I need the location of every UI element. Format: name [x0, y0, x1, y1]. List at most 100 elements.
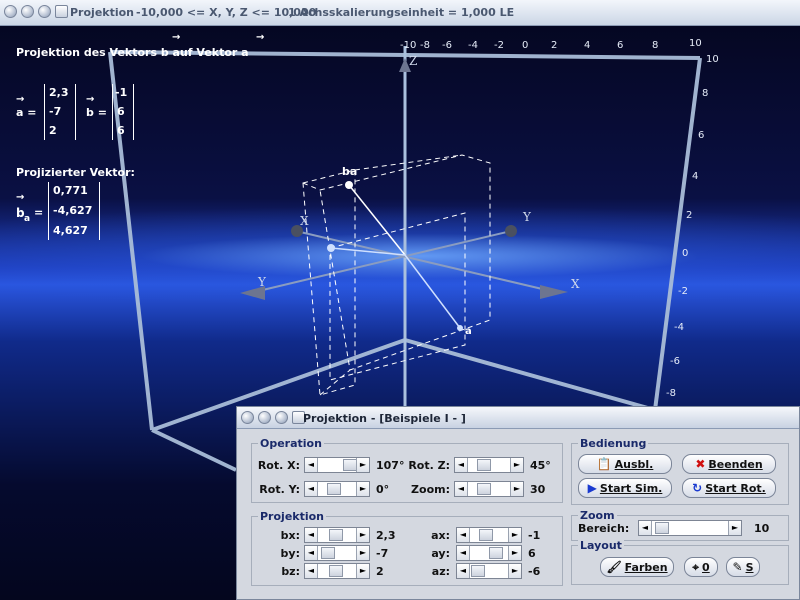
dialog-menu-icon[interactable]	[241, 411, 254, 424]
arrow-left-icon[interactable]: ◄	[457, 546, 470, 560]
slider-thumb[interactable]	[477, 483, 491, 495]
tick-label: -10	[400, 40, 417, 51]
y-axis	[249, 230, 512, 294]
ay-slider[interactable]: ◄ ►	[456, 545, 522, 561]
arrow-left-icon[interactable]: ◄	[305, 546, 318, 560]
bereich-slider[interactable]: ◄ ►	[638, 520, 742, 536]
dialog-title: Projektion - [Beispiele I - ]	[303, 412, 466, 425]
x-pos-arrow	[540, 285, 568, 299]
farben-label: Farben	[624, 560, 668, 574]
rotate-icon: ↻	[692, 481, 703, 495]
rot-z-slider[interactable]: ◄ ►	[454, 457, 524, 473]
arrow-right-icon[interactable]: ►	[508, 546, 521, 560]
a-vector-label: a	[465, 326, 472, 337]
vector-arrow-icon: →	[256, 32, 265, 43]
bereich-value: 10	[754, 522, 770, 535]
by-slider[interactable]: ◄ ►	[304, 545, 370, 561]
slider-thumb[interactable]	[655, 522, 669, 534]
slider-thumb[interactable]	[343, 459, 357, 471]
bz-label: bz:	[281, 565, 300, 578]
slider-thumb[interactable]	[471, 565, 485, 577]
arrow-right-icon[interactable]: ►	[508, 564, 521, 578]
window-menu-icon[interactable]	[4, 5, 17, 18]
dialog-minimize-icon[interactable]	[258, 411, 271, 424]
slider-thumb[interactable]	[321, 547, 335, 559]
maximize-circle-icon[interactable]	[38, 5, 51, 18]
rot-z-label: Rot. Z:	[408, 459, 450, 472]
arrow-left-icon[interactable]: ◄	[305, 458, 318, 472]
x-neg-label: X	[300, 214, 309, 228]
slider-thumb[interactable]	[477, 459, 491, 471]
control-dialog[interactable]: Projektion - [Beispiele I - ] Operation …	[236, 406, 800, 600]
proj-label-sub: a	[24, 214, 31, 224]
ba-vector-label: ba	[342, 165, 358, 178]
proj-z: 4,627	[53, 224, 88, 237]
slider-thumb[interactable]	[489, 547, 503, 559]
dialog-maximize-icon[interactable]	[275, 411, 288, 424]
slider-thumb[interactable]	[327, 483, 341, 495]
arrow-left-icon[interactable]: ◄	[305, 564, 318, 578]
tick-label: 0	[522, 40, 529, 51]
slider-thumb[interactable]	[479, 529, 493, 541]
bz-value: 2	[376, 565, 384, 578]
start-rot-button[interactable]: ↻ Start Rot.	[682, 478, 776, 498]
arrow-right-icon[interactable]: ►	[356, 458, 369, 472]
arrow-right-icon[interactable]: ►	[508, 528, 521, 542]
arrow-left-icon[interactable]: ◄	[305, 482, 318, 496]
tick-label: -4	[468, 40, 478, 51]
s-button[interactable]: ✎ S	[726, 557, 760, 577]
projected-vector-heading: Projizierter Vektor:	[16, 166, 135, 179]
arrow-right-icon[interactable]: ►	[356, 528, 369, 542]
minimize-circle-icon[interactable]	[21, 5, 34, 18]
arrow-left-icon[interactable]: ◄	[457, 528, 470, 542]
bedienung-label: Bedienung	[578, 437, 649, 450]
start-sim-label: Start Sim.	[599, 481, 663, 495]
rot-y-slider[interactable]: ◄ ►	[304, 481, 370, 497]
az-slider[interactable]: ◄ ►	[456, 563, 522, 579]
vec-a-x: 2,3	[49, 86, 69, 99]
operation-label: Operation	[258, 437, 324, 450]
tick-label: 10	[706, 54, 719, 65]
dialog-title-bar[interactable]: Projektion - [Beispiele I - ]	[237, 407, 799, 429]
operation-group: Operation Rot. X: ◄ ► 107° Rot. Z: ◄ ► 4…	[251, 437, 563, 503]
by-label: by:	[280, 547, 300, 560]
bz-slider[interactable]: ◄ ►	[304, 563, 370, 579]
tick-label: 2	[686, 210, 693, 221]
tick-label: -8	[420, 40, 430, 51]
tick-label: -2	[494, 40, 504, 51]
ax-slider[interactable]: ◄ ►	[456, 527, 522, 543]
zoom-slider[interactable]: ◄ ►	[454, 481, 524, 497]
arrow-right-icon[interactable]: ►	[356, 482, 369, 496]
slider-thumb[interactable]	[329, 529, 343, 541]
reset-button[interactable]: ⌖ 0	[684, 557, 718, 577]
arrow-right-icon[interactable]: ►	[356, 564, 369, 578]
arrow-left-icon[interactable]: ◄	[457, 564, 470, 578]
arrow-right-icon[interactable]: ►	[510, 458, 523, 472]
slider-thumb[interactable]	[329, 565, 343, 577]
proj-x: 0,771	[53, 184, 88, 197]
beenden-button[interactable]: ✖ Beenden	[682, 454, 776, 474]
s-label: S	[745, 560, 754, 574]
arrow-left-icon[interactable]: ◄	[455, 458, 468, 472]
tick-label: 4	[584, 40, 591, 51]
tick-label: 8	[652, 40, 659, 51]
brush-icon: 🖌	[606, 560, 622, 574]
bx-label: bx:	[280, 529, 300, 542]
arrow-right-icon[interactable]: ►	[510, 482, 523, 496]
vec-b-label: b =	[86, 106, 107, 119]
main-title-bar[interactable]: Projektion -10,000 <= X, Y, Z <= 10,000 …	[0, 0, 800, 26]
arrow-left-icon[interactable]: ◄	[305, 528, 318, 542]
arrow-right-icon[interactable]: ►	[728, 521, 741, 535]
arrow-left-icon[interactable]: ◄	[455, 482, 468, 496]
start-sim-button[interactable]: ▶ Start Sim.	[578, 478, 672, 498]
tick-label: -6	[442, 40, 452, 51]
rot-x-slider[interactable]: ◄ ►	[304, 457, 370, 473]
tick-label: 8	[702, 88, 709, 99]
ausbl-button[interactable]: 📋 Ausbl.	[578, 454, 672, 474]
arrow-left-icon[interactable]: ◄	[639, 521, 652, 535]
ay-value: 6	[528, 547, 536, 560]
close-icon[interactable]	[55, 5, 68, 18]
arrow-right-icon[interactable]: ►	[356, 546, 369, 560]
farben-button[interactable]: 🖌 Farben	[600, 557, 674, 577]
bx-slider[interactable]: ◄ ►	[304, 527, 370, 543]
